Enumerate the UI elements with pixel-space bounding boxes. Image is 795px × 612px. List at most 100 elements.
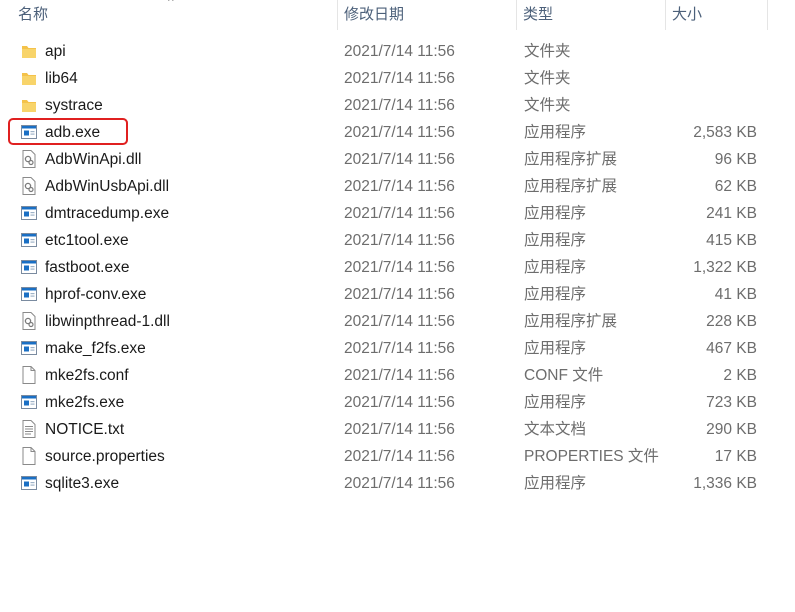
file-name[interactable]: AdbWinUsbApi.dll	[45, 173, 169, 200]
exe-icon	[0, 389, 40, 416]
file-list: api 2021/7/14 11:56 文件夹 lib64 2021/7/14 11:5…	[0, 38, 795, 497]
file-modified-date: 2021/7/14 11:56	[344, 97, 455, 114]
file-type: 文本文档	[524, 421, 587, 438]
file-modified-date: 2021/7/14 11:56	[344, 475, 455, 492]
column-header-size[interactable]: 大小	[666, 0, 767, 30]
annotation-highlight-box	[8, 118, 128, 145]
column-header-name[interactable]: 名称	[12, 0, 337, 30]
text-file-icon	[0, 416, 40, 443]
exe-icon	[0, 200, 40, 227]
dll-icon	[0, 308, 40, 335]
file-name[interactable]: mke2fs.conf	[45, 362, 129, 389]
file-modified-date: 2021/7/14 11:56	[344, 124, 455, 141]
file-size: 228 KB	[706, 313, 757, 330]
file-modified-date: 2021/7/14 11:56	[344, 259, 455, 276]
dll-icon	[0, 173, 40, 200]
file-name[interactable]: mke2fs.exe	[45, 389, 124, 416]
column-header-date[interactable]: 修改日期	[338, 0, 516, 30]
file-type: 应用程序	[524, 259, 587, 276]
file-row[interactable]: fastboot.exe 2021/7/14 11:56 应用程序 1,322 KB	[0, 254, 795, 281]
file-row[interactable]: sqlite3.exe 2021/7/14 11:56 应用程序 1,336 KB	[0, 470, 795, 497]
folder-icon	[0, 65, 40, 92]
file-type: 应用程序	[524, 394, 587, 411]
file-row[interactable]: lib64 2021/7/14 11:56 文件夹	[0, 65, 795, 92]
file-modified-date: 2021/7/14 11:56	[344, 286, 455, 303]
exe-icon	[0, 281, 40, 308]
exe-icon	[0, 227, 40, 254]
file-size: 2,583 KB	[693, 124, 757, 141]
file-row[interactable]: AdbWinApi.dll 2021/7/14 11:56 应用程序扩展 96 KB	[0, 146, 795, 173]
file-modified-date: 2021/7/14 11:56	[344, 421, 455, 438]
file-size: 62 KB	[714, 178, 757, 195]
file-size: 2 KB	[723, 367, 757, 384]
file-type: 应用程序	[524, 124, 587, 141]
file-row[interactable]: libwinpthread-1.dll 2021/7/14 11:56 应用程序扩展…	[0, 308, 795, 335]
file-name[interactable]: lib64	[45, 65, 78, 92]
file-name[interactable]: libwinpthread-1.dll	[45, 308, 170, 335]
file-row[interactable]: AdbWinUsbApi.dll 2021/7/14 11:56 应用程序扩展 62 …	[0, 173, 795, 200]
file-modified-date: 2021/7/14 11:56	[344, 448, 455, 465]
file-type: 应用程序扩展	[524, 151, 618, 168]
file-row[interactable]: systrace 2021/7/14 11:56 文件夹	[0, 92, 795, 119]
file-modified-date: 2021/7/14 11:56	[344, 367, 455, 384]
file-row[interactable]: mke2fs.conf 2021/7/14 11:56 CONF 文件 2 KB	[0, 362, 795, 389]
file-modified-date: 2021/7/14 11:56	[344, 43, 455, 60]
file-modified-date: 2021/7/14 11:56	[344, 205, 455, 222]
column-divider[interactable]	[767, 0, 768, 30]
file-modified-date: 2021/7/14 11:56	[344, 70, 455, 87]
file-size: 17 KB	[714, 448, 757, 465]
file-name[interactable]: dmtracedump.exe	[45, 200, 169, 227]
file-row[interactable]: make_f2fs.exe 2021/7/14 11:56 应用程序 467 KB	[0, 335, 795, 362]
file-modified-date: 2021/7/14 11:56	[344, 313, 455, 330]
file-icon	[0, 443, 40, 470]
dll-icon	[0, 146, 40, 173]
file-size: 41 KB	[714, 286, 757, 303]
file-row[interactable]: NOTICE.txt 2021/7/14 11:56 文本文档 290 KB	[0, 416, 795, 443]
file-type: 应用程序	[524, 205, 587, 222]
file-modified-date: 2021/7/14 11:56	[344, 232, 455, 249]
file-size: 1,336 KB	[693, 475, 757, 492]
file-type: CONF 文件	[524, 367, 604, 384]
file-type: 应用程序扩展	[524, 178, 618, 195]
file-type: 文件夹	[524, 70, 571, 87]
file-name[interactable]: sqlite3.exe	[45, 470, 119, 497]
file-size: 290 KB	[706, 421, 757, 438]
file-name[interactable]: source.properties	[45, 443, 165, 470]
file-row[interactable]: etc1tool.exe 2021/7/14 11:56 应用程序 415 KB	[0, 227, 795, 254]
file-size: 96 KB	[714, 151, 757, 168]
file-size: 1,322 KB	[693, 259, 757, 276]
file-type: 应用程序	[524, 232, 587, 249]
file-name[interactable]: systrace	[45, 92, 103, 119]
file-name[interactable]: make_f2fs.exe	[45, 335, 146, 362]
file-name[interactable]: NOTICE.txt	[45, 416, 124, 443]
sort-indicator-icon: ^	[168, 0, 174, 8]
exe-icon	[0, 335, 40, 362]
exe-icon	[0, 254, 40, 281]
file-type: 文件夹	[524, 43, 571, 60]
file-row[interactable]: source.properties 2021/7/14 11:56 PROPERTI…	[0, 443, 795, 470]
file-row[interactable]: mke2fs.exe 2021/7/14 11:56 应用程序 723 KB	[0, 389, 795, 416]
file-modified-date: 2021/7/14 11:56	[344, 394, 455, 411]
column-header: 名称 ^ 修改日期 类型 大小	[0, 0, 795, 30]
file-name[interactable]: AdbWinApi.dll	[45, 146, 142, 173]
file-type: 文件夹	[524, 97, 571, 114]
folder-icon	[0, 92, 40, 119]
exe-icon	[0, 470, 40, 497]
file-modified-date: 2021/7/14 11:56	[344, 340, 455, 357]
file-name[interactable]: fastboot.exe	[45, 254, 129, 281]
file-modified-date: 2021/7/14 11:56	[344, 178, 455, 195]
file-row[interactable]: api 2021/7/14 11:56 文件夹	[0, 38, 795, 65]
column-header-type[interactable]: 类型	[517, 0, 665, 30]
file-row[interactable]: dmtracedump.exe 2021/7/14 11:56 应用程序 241 KB	[0, 200, 795, 227]
file-type: 应用程序	[524, 286, 587, 303]
file-name[interactable]: hprof-conv.exe	[45, 281, 146, 308]
file-modified-date: 2021/7/14 11:56	[344, 151, 455, 168]
file-name[interactable]: api	[45, 38, 66, 65]
file-size: 467 KB	[706, 340, 757, 357]
file-name[interactable]: etc1tool.exe	[45, 227, 129, 254]
file-type: PROPERTIES 文件	[524, 448, 659, 465]
file-row[interactable]: hprof-conv.exe 2021/7/14 11:56 应用程序 41 KB	[0, 281, 795, 308]
file-type: 应用程序	[524, 475, 587, 492]
folder-icon	[0, 38, 40, 65]
file-size: 723 KB	[706, 394, 757, 411]
